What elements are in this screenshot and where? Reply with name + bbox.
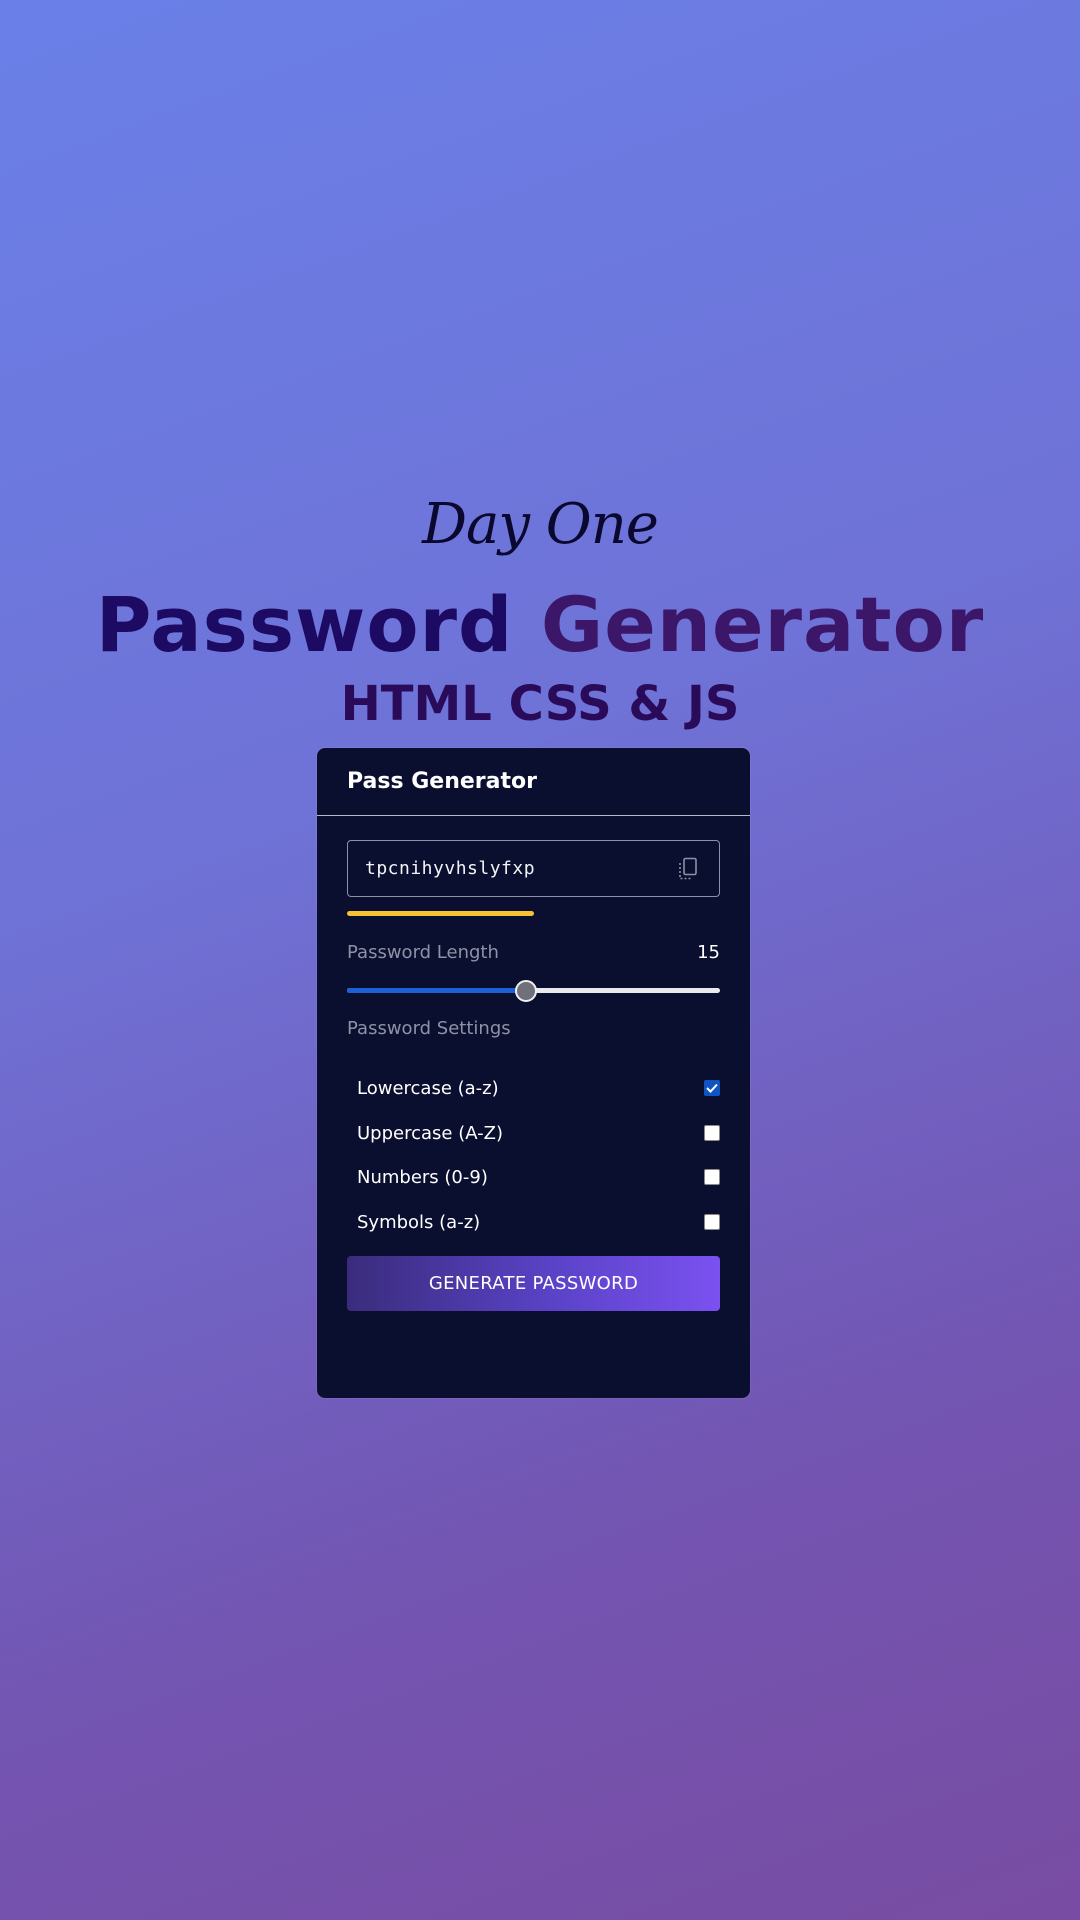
option-label: Uppercase (A-Z) — [357, 1122, 503, 1144]
password-value[interactable]: tpcnihyvhslyfxp — [365, 858, 535, 879]
length-label: Password Length — [347, 942, 499, 963]
card-title: Pass Generator — [347, 769, 537, 794]
slider-fill — [347, 988, 527, 993]
length-row: Password Length 15 — [347, 942, 720, 963]
title-word-password: Password — [95, 580, 514, 669]
lowercase-checkbox[interactable] — [704, 1080, 720, 1096]
slider-thumb[interactable] — [515, 980, 538, 1002]
option-symbols[interactable]: Symbols (a-z) — [357, 1207, 720, 1237]
page-subtitle: HTML CSS & JS — [340, 676, 740, 732]
page-title: Password Generator — [0, 582, 1080, 668]
password-display-field[interactable]: tpcnihyvhslyfxp — [347, 840, 720, 897]
copy-icon[interactable] — [677, 857, 699, 881]
length-value: 15 — [697, 942, 720, 963]
day-one-kicker: Day One — [422, 492, 659, 557]
numbers-checkbox[interactable] — [704, 1169, 720, 1185]
symbols-checkbox[interactable] — [704, 1214, 720, 1230]
title-word-generator: Generator — [540, 580, 985, 669]
uppercase-checkbox[interactable] — [704, 1125, 720, 1141]
length-slider[interactable] — [347, 980, 720, 1002]
strength-indicator — [347, 911, 720, 916]
password-generator-card: Pass Generator tpcnihyvhslyfxp Password … — [317, 748, 750, 1398]
generate-password-button[interactable]: GENERATE PASSWORD — [347, 1256, 720, 1311]
strength-indicator-fill — [347, 911, 534, 916]
option-lowercase[interactable]: Lowercase (a-z) — [357, 1073, 720, 1103]
option-label: Lowercase (a-z) — [357, 1077, 499, 1099]
settings-label: Password Settings — [347, 1018, 511, 1039]
option-numbers[interactable]: Numbers (0-9) — [357, 1162, 720, 1192]
option-uppercase[interactable]: Uppercase (A-Z) — [357, 1118, 720, 1148]
card-header: Pass Generator — [317, 748, 750, 816]
option-label: Symbols (a-z) — [357, 1211, 481, 1233]
option-label: Numbers (0-9) — [357, 1166, 488, 1188]
